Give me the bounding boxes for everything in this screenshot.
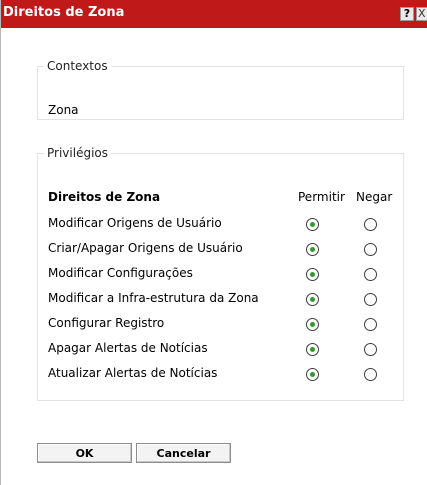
deny-radio[interactable] [364,268,377,281]
privileges-group: Privilégios Direitos de Zona Permitir Ne… [37,146,404,401]
privilege-row: Configurar Registro [38,316,403,338]
permit-column-header: Permitir [298,190,345,204]
privilege-label: Modificar Origens de Usuário [48,216,222,230]
contexts-group: Contextos Zona [37,59,404,120]
privilege-label: Modificar Configurações [48,266,193,280]
dialog-title: Direitos de Zona [3,5,125,20]
help-icon[interactable]: ? [400,7,414,21]
deny-column-header: Negar [356,190,393,204]
permit-radio[interactable] [306,343,319,356]
privileges-legend: Privilégios [47,146,108,160]
ok-button[interactable]: OK [37,443,132,463]
privilege-row: Modificar Origens de Usuário [38,216,403,238]
privilege-row: Modificar Configurações [38,266,403,288]
deny-radio[interactable] [364,368,377,381]
privilege-row: Criar/Apagar Origens de Usuário [38,241,403,263]
permit-radio[interactable] [306,368,319,381]
deny-radio[interactable] [364,218,377,231]
context-value: Zona [48,103,79,117]
privilege-label: Apagar Alertas de Notícias [48,341,208,355]
privilege-label: Modificar a Infra-estrutura da Zona [48,291,259,305]
permit-radio[interactable] [306,293,319,306]
title-bar: Direitos de Zona ? X [1,0,427,28]
deny-radio[interactable] [364,243,377,256]
permit-radio[interactable] [306,318,319,331]
privilege-label: Criar/Apagar Origens de Usuário [48,241,243,255]
deny-radio[interactable] [364,293,377,306]
deny-radio[interactable] [364,318,377,331]
permit-radio[interactable] [306,243,319,256]
privilege-row: Apagar Alertas de Notícias [38,341,403,363]
permit-radio[interactable] [306,218,319,231]
privilege-label: Configurar Registro [48,316,165,330]
rights-column-header: Direitos de Zona [48,190,161,204]
privilege-label: Atualizar Alertas de Notícias [48,366,218,380]
close-icon[interactable]: X [416,7,427,21]
permit-radio[interactable] [306,268,319,281]
zone-rights-dialog: Direitos de Zona ? X Contextos Zona Priv… [0,0,427,485]
cancel-button[interactable]: Cancelar [136,443,231,463]
privilege-row: Modificar a Infra-estrutura da Zona [38,291,403,313]
contexts-legend: Contextos [47,59,108,73]
privilege-row: Atualizar Alertas de Notícias [38,366,403,388]
deny-radio[interactable] [364,343,377,356]
